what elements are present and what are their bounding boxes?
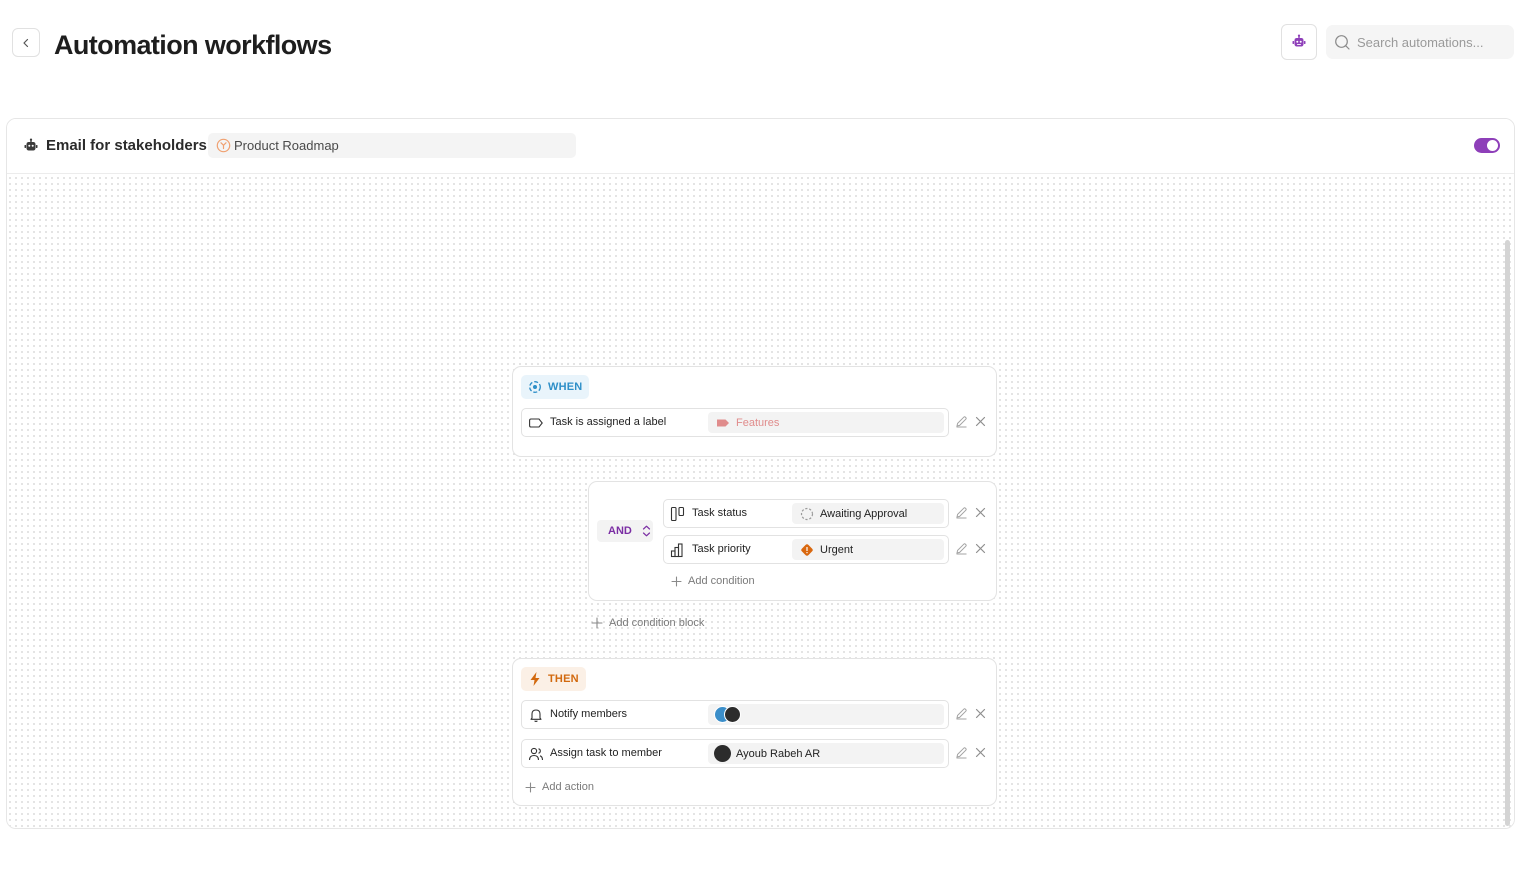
- logic-operator-label: AND: [608, 525, 632, 537]
- priority-bars-icon: [670, 542, 686, 558]
- add-condition-label: Add condition: [688, 575, 755, 587]
- condition-label: Task status: [692, 507, 748, 519]
- robot-icon: [23, 138, 39, 154]
- project-name: Product Roadmap: [234, 138, 339, 153]
- condition-actions: [955, 506, 986, 519]
- project-icon: [216, 138, 231, 153]
- then-tag-label: THEN: [548, 673, 579, 685]
- action-controls: [955, 746, 986, 759]
- plus-icon: [525, 781, 536, 793]
- workflow-name[interactable]: Email for stakeholders: [46, 137, 207, 154]
- when-block: WHEN Task is assigned a label Features: [512, 366, 997, 457]
- edit-icon[interactable]: [955, 707, 968, 720]
- workflow-header: Email for stakeholders Product Roadmap: [7, 119, 1514, 174]
- close-icon[interactable]: [975, 543, 986, 554]
- edit-icon[interactable]: [955, 542, 968, 555]
- add-condition-block-label: Add condition block: [609, 617, 705, 629]
- member-avatar: [724, 706, 741, 723]
- status-dashed-circle-icon: [800, 507, 814, 521]
- action-row-notify[interactable]: Notify members: [521, 700, 949, 729]
- board-columns-icon: [670, 506, 686, 522]
- edit-icon[interactable]: [955, 506, 968, 519]
- search-icon: [1334, 34, 1351, 51]
- notify-members-value[interactable]: [708, 704, 944, 725]
- lightning-icon: [528, 671, 542, 687]
- then-tag: THEN: [521, 667, 586, 691]
- workflow-card: Email for stakeholders Product Roadmap W…: [6, 118, 1515, 829]
- add-condition-block-button[interactable]: Add condition block: [591, 617, 704, 629]
- condition-value-text: Awaiting Approval: [820, 507, 908, 520]
- users-icon: [528, 746, 544, 762]
- label-tag-icon: [528, 415, 544, 431]
- search-box[interactable]: [1326, 25, 1514, 59]
- condition-label: Task priority: [692, 543, 751, 555]
- trigger-value-text: Features: [736, 416, 780, 429]
- robot-icon: [1291, 34, 1307, 50]
- action-label: Assign task to member: [550, 747, 662, 759]
- condition-value[interactable]: Awaiting Approval: [792, 503, 944, 524]
- workflow-enabled-toggle[interactable]: [1474, 138, 1500, 153]
- when-tag-label: WHEN: [548, 381, 583, 393]
- back-button[interactable]: [12, 28, 40, 57]
- label-color-icon: [716, 418, 730, 428]
- search-input[interactable]: [1357, 34, 1507, 50]
- trigger-value[interactable]: Features: [708, 412, 944, 433]
- assignee-name: Ayoub Rabeh AR: [736, 747, 821, 760]
- project-selector[interactable]: Product Roadmap: [208, 133, 576, 158]
- bell-icon: [528, 707, 544, 723]
- close-icon[interactable]: [975, 416, 986, 427]
- action-row-assign[interactable]: Assign task to member Ayoub Rabeh AR: [521, 739, 949, 768]
- trigger-label: Task is assigned a label: [550, 416, 667, 428]
- when-tag: WHEN: [521, 375, 590, 399]
- trigger-actions: [955, 415, 986, 428]
- add-condition-button[interactable]: Add condition: [671, 575, 755, 587]
- close-icon[interactable]: [975, 708, 986, 719]
- then-block: THEN Notify members Assign task to membe…: [512, 658, 997, 806]
- chevron-up-down-icon: [642, 525, 651, 537]
- automation-robot-button[interactable]: [1281, 24, 1317, 60]
- trigger-target-icon: [528, 380, 542, 394]
- add-action-button[interactable]: Add action: [525, 781, 594, 793]
- urgent-priority-icon: [800, 543, 814, 557]
- assignee-value[interactable]: Ayoub Rabeh AR: [708, 743, 944, 764]
- condition-value[interactable]: Urgent: [792, 539, 944, 560]
- edit-icon[interactable]: [955, 415, 968, 428]
- action-label: Notify members: [550, 708, 628, 720]
- condition-value-text: Urgent: [820, 543, 854, 556]
- plus-icon: [671, 575, 682, 587]
- close-icon[interactable]: [975, 507, 986, 518]
- canvas-scrollbar[interactable]: [1505, 240, 1510, 826]
- condition-row-status[interactable]: Task status Awaiting Approval: [663, 499, 949, 528]
- page-title: Automation workflows: [54, 30, 332, 60]
- edit-icon[interactable]: [955, 746, 968, 759]
- chevron-left-icon: [21, 38, 31, 48]
- logic-operator-select[interactable]: AND: [597, 520, 653, 542]
- action-controls: [955, 707, 986, 720]
- condition-row-priority[interactable]: Task priority Urgent: [663, 535, 949, 564]
- member-avatar: [714, 745, 731, 762]
- condition-actions: [955, 542, 986, 555]
- plus-icon: [591, 617, 603, 629]
- condition-block: AND Task status Awaiting Approval Task p…: [588, 481, 997, 601]
- close-icon[interactable]: [975, 747, 986, 758]
- trigger-row[interactable]: Task is assigned a label Features: [521, 408, 949, 437]
- add-action-label: Add action: [542, 781, 594, 793]
